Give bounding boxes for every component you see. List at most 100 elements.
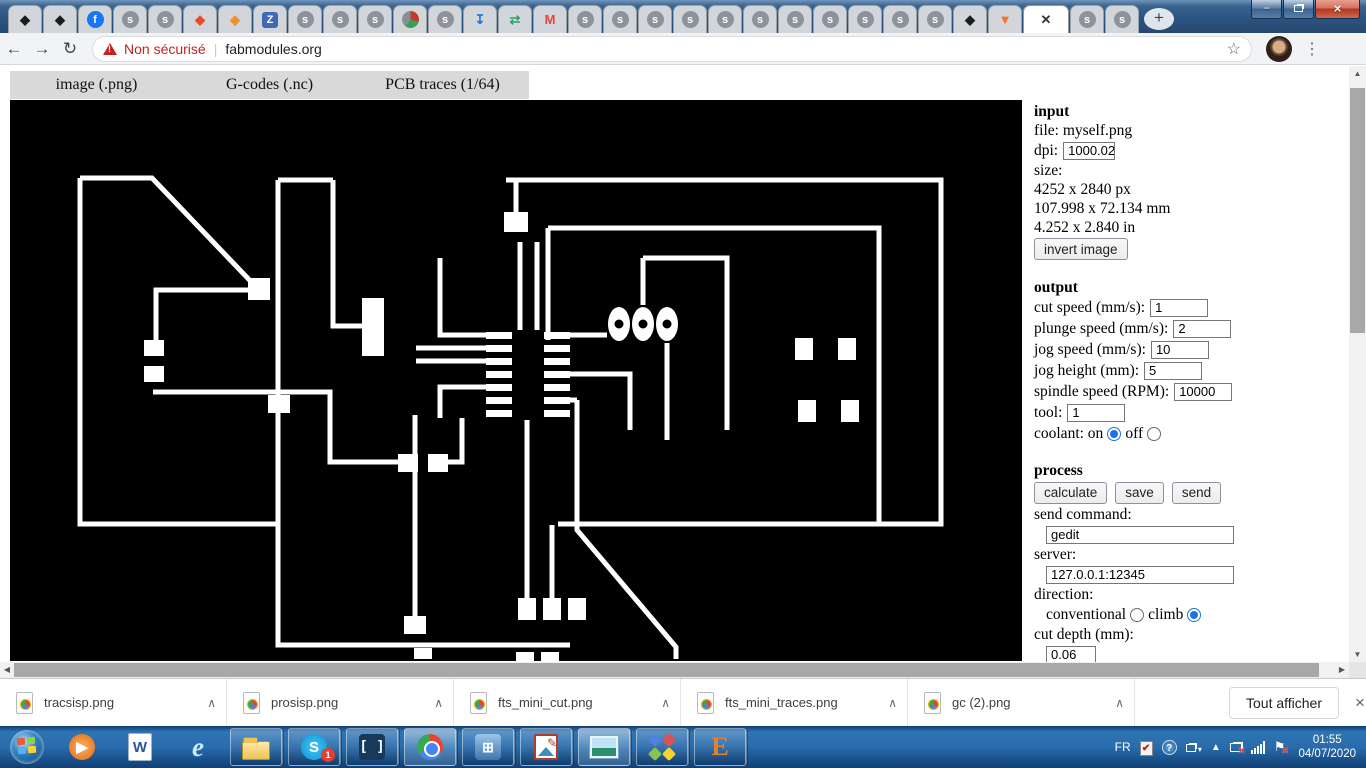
- popup-window-icon[interactable]: ▾: [1185, 740, 1202, 755]
- browser-tab[interactable]: ↧: [463, 5, 497, 33]
- taskbar-app-control-panel[interactable]: ⊞: [462, 728, 514, 766]
- browser-tab[interactable]: s: [428, 5, 462, 33]
- maximize-button[interactable]: [1283, 0, 1314, 19]
- address-bar[interactable]: Non sécurisé | fabmodules.org ☆: [92, 35, 1252, 62]
- clock[interactable]: 01:55 04/07/2020: [1298, 733, 1356, 761]
- climb-radio[interactable]: [1187, 607, 1202, 622]
- download-menu-chevron-icon[interactable]: ∧: [661, 696, 670, 710]
- download-item[interactable]: gc (2).png ∧: [908, 678, 1135, 727]
- server-input[interactable]: [1046, 565, 1234, 584]
- taskbar-app-internet-explorer[interactable]: e: [172, 728, 224, 766]
- menu-item-image-png[interactable]: image (.png): [10, 71, 183, 99]
- forward-button[interactable]: →: [28, 39, 56, 59]
- taskbar-app-autodesk-eagle[interactable]: E: [694, 728, 746, 766]
- browser-tab[interactable]: s: [288, 5, 322, 33]
- download-item[interactable]: prosisp.png ∧: [227, 678, 454, 727]
- show-all-downloads-button[interactable]: Tout afficher: [1229, 686, 1340, 719]
- browser-tab[interactable]: ⇄: [498, 5, 532, 33]
- browser-tab[interactable]: s: [813, 5, 847, 33]
- calculate-button[interactable]: calculate: [1034, 481, 1108, 504]
- taskbar-app-photo-app[interactable]: [636, 728, 688, 766]
- horizontal-scroll-thumb[interactable]: [14, 663, 1319, 677]
- cut-speed-input[interactable]: [1150, 298, 1209, 317]
- taskbar-app-word[interactable]: W: [114, 728, 166, 766]
- show-hidden-icons[interactable]: ▲: [1211, 742, 1221, 753]
- browser-tab[interactable]: s: [743, 5, 777, 33]
- help-icon[interactable]: ?: [1161, 739, 1177, 755]
- browser-tab[interactable]: s: [148, 5, 182, 33]
- back-button[interactable]: ←: [0, 39, 28, 59]
- spindle-speed-input[interactable]: [1174, 382, 1233, 401]
- device-error-icon[interactable]: ×: [1229, 740, 1245, 757]
- minimize-button[interactable]: –: [1251, 0, 1282, 19]
- browser-tab[interactable]: ◆: [183, 5, 217, 33]
- language-bar-icon[interactable]: ✔: [1139, 739, 1153, 756]
- browser-tab[interactable]: s: [848, 5, 882, 33]
- vertical-scroll-thumb[interactable]: [1350, 88, 1365, 333]
- browser-tab[interactable]: ◈: [218, 5, 252, 33]
- browser-tab[interactable]: s: [1070, 5, 1104, 33]
- browser-tab[interactable]: M: [533, 5, 567, 33]
- save-button[interactable]: save: [1115, 481, 1164, 504]
- download-menu-chevron-icon[interactable]: ∧: [434, 696, 443, 710]
- browser-tab[interactable]: ◆: [953, 5, 987, 33]
- action-center-flag-icon[interactable]: ⚑ ×: [1274, 739, 1289, 757]
- bookmark-star-icon[interactable]: ☆: [1227, 39, 1241, 59]
- language-indicator[interactable]: FR: [1115, 740, 1131, 754]
- download-menu-chevron-icon[interactable]: ∧: [1115, 696, 1124, 710]
- scroll-right-arrow[interactable]: ▶: [1335, 662, 1349, 678]
- download-item[interactable]: fts_mini_cut.png ∧: [454, 678, 681, 727]
- close-button[interactable]: ×: [1315, 0, 1360, 19]
- dpi-input[interactable]: [1063, 141, 1116, 160]
- scroll-up-arrow[interactable]: ▲: [1349, 66, 1366, 81]
- browser-tab[interactable]: s: [603, 5, 637, 33]
- browser-tab[interactable]: ◆: [43, 5, 77, 33]
- browser-tab[interactable]: s: [883, 5, 917, 33]
- send-button[interactable]: send: [1171, 481, 1222, 504]
- taskbar-app-file-explorer[interactable]: [230, 728, 282, 766]
- taskbar-app-skype[interactable]: S1: [288, 728, 340, 766]
- browser-tab[interactable]: [393, 5, 427, 33]
- taskbar-app-picture-manager[interactable]: [520, 728, 572, 766]
- network-signal-icon[interactable]: [1250, 740, 1265, 754]
- plunge-speed-input[interactable]: [1173, 319, 1232, 338]
- browser-tab[interactable]: s: [323, 5, 357, 33]
- menu-item-pcb-traces[interactable]: PCB traces (1/64): [356, 71, 529, 99]
- profile-avatar[interactable]: [1266, 35, 1292, 62]
- coolant-on-radio[interactable]: [1107, 426, 1122, 441]
- browser-tab[interactable]: s: [778, 5, 812, 33]
- downloads-close-icon[interactable]: ×: [1355, 693, 1365, 713]
- browser-menu-icon[interactable]: ⋮: [1304, 39, 1321, 59]
- scroll-down-arrow[interactable]: ▼: [1349, 647, 1366, 662]
- browser-tab-active[interactable]: ✕: [1023, 5, 1069, 33]
- coolant-off-radio[interactable]: [1147, 426, 1162, 441]
- invert-image-button[interactable]: invert image: [1034, 238, 1128, 260]
- browser-tab[interactable]: f: [78, 5, 112, 33]
- vertical-scrollbar[interactable]: ▲ ▼: [1349, 66, 1366, 662]
- download-menu-chevron-icon[interactable]: ∧: [207, 696, 216, 710]
- new-tab-button[interactable]: +: [1144, 8, 1174, 30]
- browser-tab[interactable]: s: [358, 5, 392, 33]
- horizontal-scrollbar[interactable]: ◀ ▶: [0, 662, 1349, 678]
- browser-tab[interactable]: ▼: [988, 5, 1022, 33]
- download-menu-chevron-icon[interactable]: ∧: [888, 696, 897, 710]
- download-item[interactable]: fts_mini_traces.png ∧: [681, 678, 908, 727]
- menu-item-gcodes[interactable]: G-codes (.nc): [183, 71, 356, 99]
- start-button[interactable]: [10, 730, 44, 764]
- browser-tab[interactable]: s: [918, 5, 952, 33]
- taskbar-app-code-editor[interactable]: [ ]: [346, 728, 398, 766]
- jog-height-input[interactable]: [1144, 361, 1203, 380]
- reload-button[interactable]: ↻: [56, 39, 84, 59]
- taskbar-app-photo-viewer[interactable]: [578, 728, 630, 766]
- browser-tab[interactable]: ◆: [8, 5, 42, 33]
- browser-tab[interactable]: s: [568, 5, 602, 33]
- conventional-radio[interactable]: [1130, 607, 1145, 622]
- taskbar-app-chrome[interactable]: [404, 728, 456, 766]
- tool-input[interactable]: [1067, 403, 1126, 422]
- taskbar-app-media-player[interactable]: ▶: [56, 728, 108, 766]
- browser-tab[interactable]: s: [638, 5, 672, 33]
- browser-tab[interactable]: Z: [253, 5, 287, 33]
- browser-tab[interactable]: s: [673, 5, 707, 33]
- download-item[interactable]: tracsisp.png ∧: [0, 678, 227, 727]
- cut-depth-input[interactable]: [1046, 645, 1096, 664]
